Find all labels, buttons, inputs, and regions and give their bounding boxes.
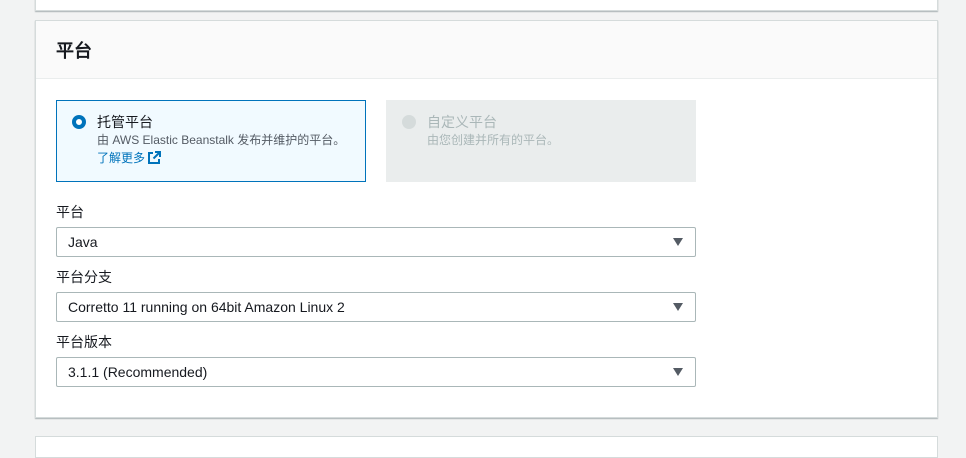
platform-field: 平台 Java bbox=[56, 203, 696, 257]
platform-branch-field: 平台分支 Corretto 11 running on 64bit Amazon… bbox=[56, 268, 696, 322]
tile-title: 托管平台 bbox=[97, 114, 153, 130]
platform-branch-value: Corretto 11 running on 64bit Amazon Linu… bbox=[68, 299, 345, 315]
panel-header: 平台 bbox=[36, 21, 937, 79]
platform-type-tiles: 托管平台 由 AWS Elastic Beanstalk 发布并维护的平台。 了… bbox=[56, 100, 696, 182]
tile-managed-platform[interactable]: 托管平台 由 AWS Elastic Beanstalk 发布并维护的平台。 了… bbox=[56, 100, 366, 182]
tile-title: 自定义平台 bbox=[427, 114, 497, 130]
platform-version-value: 3.1.1 (Recommended) bbox=[68, 364, 208, 380]
learn-more-label: 了解更多 bbox=[97, 151, 146, 165]
platform-version-field: 平台版本 3.1.1 (Recommended) bbox=[56, 333, 696, 387]
platform-version-label: 平台版本 bbox=[56, 334, 112, 350]
tile-description: 由 AWS Elastic Beanstalk 发布并维护的平台。 bbox=[97, 133, 346, 147]
caret-down-icon bbox=[673, 368, 683, 376]
panel-title: 平台 bbox=[56, 40, 92, 61]
previous-panel bbox=[35, 0, 938, 11]
learn-more-link[interactable]: 了解更多 bbox=[97, 149, 162, 167]
platform-branch-select[interactable]: Corretto 11 running on 64bit Amazon Linu… bbox=[56, 292, 696, 322]
caret-down-icon bbox=[673, 303, 683, 311]
tile-description: 由您创建并所有的平台。 bbox=[427, 133, 560, 147]
external-link-icon bbox=[148, 151, 162, 164]
platform-panel: 平台 托管平台 由 AWS Elastic Beanstalk 发布并维护的平台… bbox=[35, 20, 938, 418]
radio-selected-icon[interactable] bbox=[72, 115, 86, 129]
platform-select-value: Java bbox=[68, 234, 98, 250]
caret-down-icon bbox=[673, 238, 683, 246]
platform-select[interactable]: Java bbox=[56, 227, 696, 257]
platform-label: 平台 bbox=[56, 204, 84, 220]
next-panel bbox=[35, 436, 938, 458]
platform-branch-label: 平台分支 bbox=[56, 269, 112, 285]
tile-custom-platform: 自定义平台 由您创建并所有的平台。 bbox=[386, 100, 696, 182]
radio-disabled-icon bbox=[402, 115, 416, 129]
platform-version-select[interactable]: 3.1.1 (Recommended) bbox=[56, 357, 696, 387]
